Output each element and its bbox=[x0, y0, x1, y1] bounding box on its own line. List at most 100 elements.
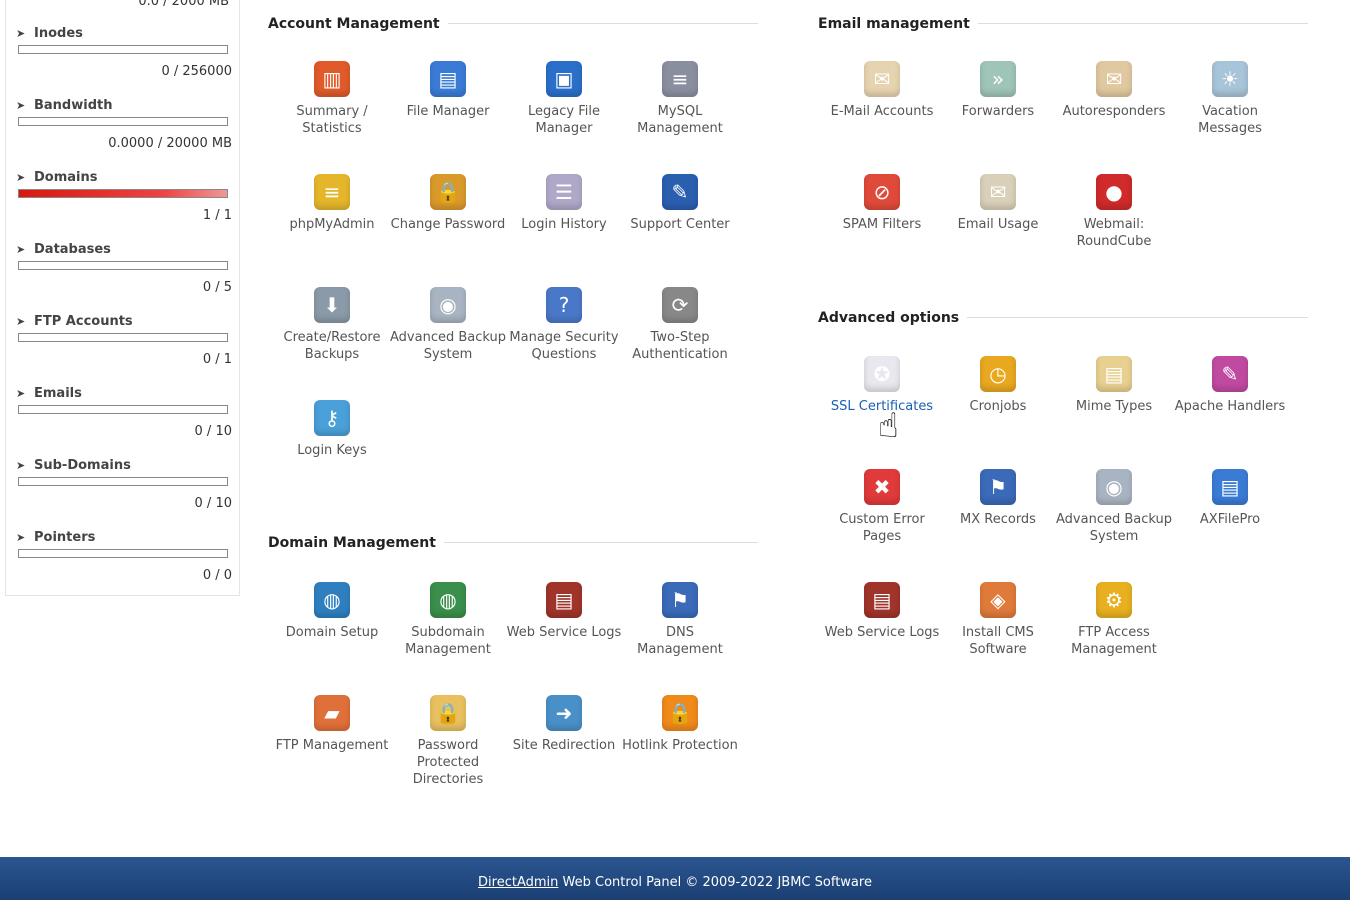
tile-label: Vacation Messages bbox=[1198, 104, 1262, 136]
tile-advanced-backup-system[interactable]: ◉ Advanced Backup System bbox=[390, 287, 506, 363]
hotlink-icon: 🔒 bbox=[662, 695, 698, 731]
arrow-right-icon: ➤ bbox=[16, 171, 26, 184]
globe-icon: ◍ bbox=[430, 582, 466, 618]
vacation-icon: ☀ bbox=[1212, 61, 1248, 97]
email-usage-icon: ✉ bbox=[980, 174, 1016, 210]
tile-cronjobs[interactable]: ◷ Cronjobs bbox=[940, 356, 1056, 415]
tile-two-step-authentication[interactable]: ⟳ Two-Step Authentication bbox=[622, 287, 738, 363]
tile-web-service-logs[interactable]: ▤ Web Service Logs bbox=[824, 582, 940, 641]
tile-custom-error-pages[interactable]: ✖ Custom Error Pages bbox=[824, 469, 940, 545]
stat-label: Domains bbox=[34, 170, 98, 185]
tile-apache-handlers[interactable]: ✎ Apache Handlers bbox=[1172, 356, 1288, 415]
stat-pointers[interactable]: ➤ Pointers 0 / 0 bbox=[16, 530, 232, 602]
hand-cursor-icon: ☝ bbox=[878, 406, 899, 446]
tile-label: MX Records bbox=[960, 512, 1036, 527]
usage-bar bbox=[18, 405, 228, 414]
tile-label: Legacy File Manager bbox=[528, 104, 600, 136]
tile-login-history[interactable]: ☰ Login History bbox=[506, 174, 622, 233]
tile-webmail-roundcube[interactable]: ● Webmail: RoundCube bbox=[1056, 174, 1172, 250]
stat-title[interactable]: ➤ Databases bbox=[16, 242, 111, 257]
tile-label: Autoresponders bbox=[1062, 104, 1166, 119]
tile-mime-types[interactable]: ▤ Mime Types bbox=[1056, 356, 1172, 415]
tile-support-center[interactable]: ✎ Support Center bbox=[622, 174, 738, 233]
tile-advanced-backup-system[interactable]: ◉ Advanced Backup System bbox=[1056, 469, 1172, 545]
tile-label: AXFilePro bbox=[1199, 512, 1261, 527]
stat-title[interactable]: ➤ Domains bbox=[16, 170, 98, 185]
stat-databases[interactable]: ➤ Databases 0 / 5 bbox=[16, 242, 232, 314]
stat-title[interactable]: ➤ Inodes bbox=[16, 26, 83, 41]
tile-domain-setup[interactable]: ◍ Domain Setup bbox=[274, 582, 390, 641]
tile-mx-records[interactable]: ⚑ MX Records bbox=[940, 469, 1056, 528]
tile-phpmyadmin[interactable]: ≡ phpMyAdmin bbox=[274, 174, 390, 233]
tile-label: Web Service Logs bbox=[506, 625, 622, 640]
tile-label: FTP Access Management bbox=[1071, 625, 1157, 657]
tile-manage-security-questions[interactable]: ? Manage Security Questions bbox=[506, 287, 622, 363]
tile-label: Custom Error Pages bbox=[839, 512, 925, 544]
arrow-right-icon: ➤ bbox=[16, 243, 26, 256]
tile-create-restore-backups[interactable]: ⬇ Create/Restore Backups bbox=[274, 287, 390, 363]
tile-mysql-management[interactable]: ≡ MySQL Management bbox=[622, 61, 738, 137]
tile-ftp-access-management[interactable]: ⚙ FTP Access Management bbox=[1056, 582, 1172, 658]
tile-axfilepro[interactable]: ▤ AXFilePro bbox=[1172, 469, 1288, 528]
error-page-icon: ✖ bbox=[864, 469, 900, 505]
tile-label: Support Center bbox=[630, 217, 730, 232]
tile-legacy-file-manager[interactable]: ▣ Legacy File Manager bbox=[506, 61, 622, 137]
file-manager-icon: ▤ bbox=[430, 61, 466, 97]
stat-title[interactable]: ➤ Emails bbox=[16, 386, 82, 401]
stat-title[interactable]: ➤ FTP Accounts bbox=[16, 314, 133, 329]
tile-install-cms-software[interactable]: ◈ Install CMS Software bbox=[940, 582, 1056, 658]
arrow-right-icon: ➤ bbox=[16, 387, 26, 400]
tile-label: DNS Management bbox=[637, 625, 723, 657]
tile-password-protected-directories[interactable]: 🔒 Password Protected Directories bbox=[390, 695, 506, 788]
stat-title[interactable]: ➤ Pointers bbox=[16, 530, 95, 545]
stat-title[interactable]: ➤ Bandwidth bbox=[16, 98, 112, 113]
arrow-right-icon: ➤ bbox=[16, 315, 26, 328]
mime-icon: ▤ bbox=[1096, 356, 1132, 392]
tile-summary-statistics[interactable]: ▥ Summary / Statistics bbox=[274, 61, 390, 137]
tile-subdomain-management[interactable]: ◍ Subdomain Management bbox=[390, 582, 506, 658]
tile-autoresponders[interactable]: ✉ Autoresponders bbox=[1056, 61, 1172, 120]
stat-value: 0 / 10 bbox=[194, 496, 232, 511]
stat-inodes[interactable]: ➤ Inodes 0 / 256000 bbox=[16, 26, 232, 98]
key-icon: ⚷ bbox=[314, 400, 350, 436]
tile-dns-management[interactable]: ⚑ DNS Management bbox=[622, 582, 738, 658]
tile-vacation-messages[interactable]: ☀ Vacation Messages bbox=[1172, 61, 1288, 137]
database-icon: ≡ bbox=[662, 61, 698, 97]
tile-label: Forwarders bbox=[961, 104, 1035, 119]
backup-system-icon: ◉ bbox=[1096, 469, 1132, 505]
tile-spam-filters[interactable]: ⊘ SPAM Filters bbox=[824, 174, 940, 233]
tile-label: Cronjobs bbox=[969, 399, 1027, 414]
clock-icon: ◷ bbox=[980, 356, 1016, 392]
tile-file-manager[interactable]: ▤ File Manager bbox=[390, 61, 506, 120]
stat-ftp-accounts[interactable]: ➤ FTP Accounts 0 / 1 bbox=[16, 314, 232, 386]
stat-domains[interactable]: ➤ Domains 1 / 1 bbox=[16, 170, 232, 242]
directadmin-link[interactable]: DirectAdmin bbox=[478, 875, 558, 890]
stat-emails[interactable]: ➤ Emails 0 / 10 bbox=[16, 386, 232, 458]
tile-label: Hotlink Protection bbox=[622, 738, 738, 753]
stat-value: 0 / 5 bbox=[202, 280, 232, 295]
usage-bar bbox=[18, 333, 228, 342]
lock-icon: 🔒 bbox=[430, 174, 466, 210]
tile-label: SPAM Filters bbox=[842, 217, 922, 232]
stat-value: 0 / 1 bbox=[202, 352, 232, 367]
usage-bar bbox=[18, 45, 228, 54]
tile-forwarders[interactable]: » Forwarders bbox=[940, 61, 1056, 120]
two-step-icon: ⟳ bbox=[662, 287, 698, 323]
tile-email-usage[interactable]: ✉ Email Usage bbox=[940, 174, 1056, 233]
tile-ftp-management[interactable]: ▰ FTP Management bbox=[274, 695, 390, 754]
stat-title[interactable]: ➤ Sub-Domains bbox=[16, 458, 131, 473]
tile-label: Manage Security Questions bbox=[509, 330, 619, 362]
stat-bandwidth[interactable]: ➤ Bandwidth 0.0000 / 20000 MB bbox=[16, 98, 232, 170]
login-history-icon: ☰ bbox=[546, 174, 582, 210]
tile-e-mail-accounts[interactable]: ✉ E-Mail Accounts bbox=[824, 61, 940, 120]
tile-change-password[interactable]: 🔒 Change Password bbox=[390, 174, 506, 233]
footer-text: Web Control Panel © 2009-2022 JBMC Softw… bbox=[558, 875, 872, 890]
tile-site-redirection[interactable]: ➜ Site Redirection bbox=[506, 695, 622, 754]
tile-web-service-logs[interactable]: ▤ Web Service Logs bbox=[506, 582, 622, 641]
tile-hotlink-protection[interactable]: 🔒 Hotlink Protection bbox=[622, 695, 738, 754]
log-icon: ▤ bbox=[864, 582, 900, 618]
stat-sub-domains[interactable]: ➤ Sub-Domains 0 / 10 bbox=[16, 458, 232, 530]
stat-label: Sub-Domains bbox=[34, 458, 131, 473]
backup-icon: ⬇ bbox=[314, 287, 350, 323]
tile-login-keys[interactable]: ⚷ Login Keys bbox=[274, 400, 390, 459]
